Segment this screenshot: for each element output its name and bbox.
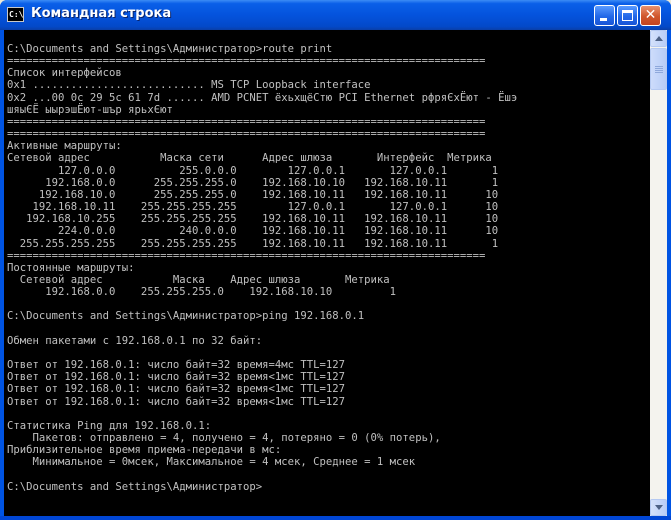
console-line: Сетевой адрес Маска сети Адрес шлюза Инт… (7, 152, 492, 165)
console-line: 192.168.10.255 255.255.255.255 192.168.1… (7, 213, 499, 226)
console-line: 192.168.0.0 255.255.255.0 192.168.10.10 … (7, 286, 397, 299)
console-line: 192.168.0.0 255.255.255.0 192.168.10.10 … (7, 176, 499, 189)
console-line: Ответ от 192.168.0.1: число байт=32 врем… (7, 395, 346, 408)
console-line: C:\Documents and Settings\Администратор>… (7, 310, 365, 323)
console-line: Постоянные маршруты: (7, 261, 135, 274)
window-title: Командная строка (31, 6, 172, 21)
console-line: Пакетов: отправлено = 4, получено = 4, п… (7, 432, 441, 444)
console-line: ========================================… (7, 55, 486, 68)
title-bar[interactable]: C:\ Командная строка ✕ (0, 0, 671, 30)
console-text: C:\Documents and Settings\Администратор>… (4, 30, 650, 493)
console-line: шяыЄЁ ыырэшЁют-шър ярьхЄют (7, 103, 173, 116)
console-line: Статистика Ping для 192.168.0.1: (7, 419, 212, 432)
console-line: 224.0.0.0 240.0.0.0 192.168.10.11 192.16… (7, 225, 499, 238)
minimize-icon (600, 18, 607, 21)
console-line: Минимальное = 0мсек, Максимальное = 4 мс… (7, 456, 416, 469)
minimize-button[interactable] (594, 5, 615, 26)
scroll-thumb[interactable] (650, 48, 667, 90)
console-line: 192.168.10.11 255.255.255.255 127.0.0.1 … (7, 201, 499, 214)
console-line: C:\Documents and Settings\Администратор>… (7, 43, 333, 55)
vertical-scrollbar[interactable] (650, 30, 667, 516)
console-line: Сетевой адрес Маска Адрес шлюза Метрика (7, 273, 390, 286)
console-line: Ответ от 192.168.0.1: число байт=32 врем… (7, 371, 346, 384)
console-line: 127.0.0.0 255.0.0.0 127.0.0.1 127.0.0.1 … (7, 164, 499, 177)
thumb-grip-line (655, 70, 663, 71)
scroll-down-arrow-icon (655, 505, 663, 510)
console-line: 255.255.255.255 255.255.255.255 192.168.… (7, 237, 499, 250)
thumb-grip-line (655, 68, 663, 69)
window-bottom-border (0, 516, 671, 520)
console-line: C:\Documents and Settings\Администратор> (7, 480, 263, 493)
thumb-grip-line (655, 66, 663, 67)
console-line: ========================================… (7, 115, 486, 128)
console-line: Приблизительное время приема-передачи в … (7, 444, 282, 457)
console-line: 0x2 ...00 0c 29 5c 61 7d ...... AMD PCNE… (7, 91, 518, 104)
console-line: ========================================… (7, 128, 486, 141)
scroll-up-button[interactable] (650, 30, 667, 47)
close-button[interactable]: ✕ (640, 5, 661, 26)
console-icon[interactable]: C:\ (7, 7, 24, 22)
console-line: 0x1 ........................... MS TCP L… (7, 79, 371, 92)
close-icon: ✕ (644, 7, 657, 23)
scroll-down-button[interactable] (650, 499, 667, 516)
console-output[interactable]: C:\Documents and Settings\Администратор>… (4, 30, 650, 516)
maximize-button[interactable] (617, 5, 638, 26)
console-line: Ответ от 192.168.0.1: число байт=32 врем… (7, 359, 346, 372)
thumb-grip-line (655, 72, 663, 73)
command-prompt-window: C:\ Командная строка ✕ C:\Documents and … (0, 0, 671, 520)
console-line: Список интерфейсов (7, 67, 122, 80)
scroll-up-arrow-icon (655, 36, 663, 41)
console-line: ========================================… (7, 249, 486, 262)
console-line: Активные маршруты: (7, 140, 122, 153)
console-line: 192.168.10.0 255.255.255.0 192.168.10.11… (7, 188, 499, 201)
maximize-icon (622, 10, 633, 21)
console-line: Ответ от 192.168.0.1: число байт=32 врем… (7, 383, 346, 396)
console-line: Обмен пакетами с 192.168.0.1 по 32 байт: (7, 334, 263, 347)
